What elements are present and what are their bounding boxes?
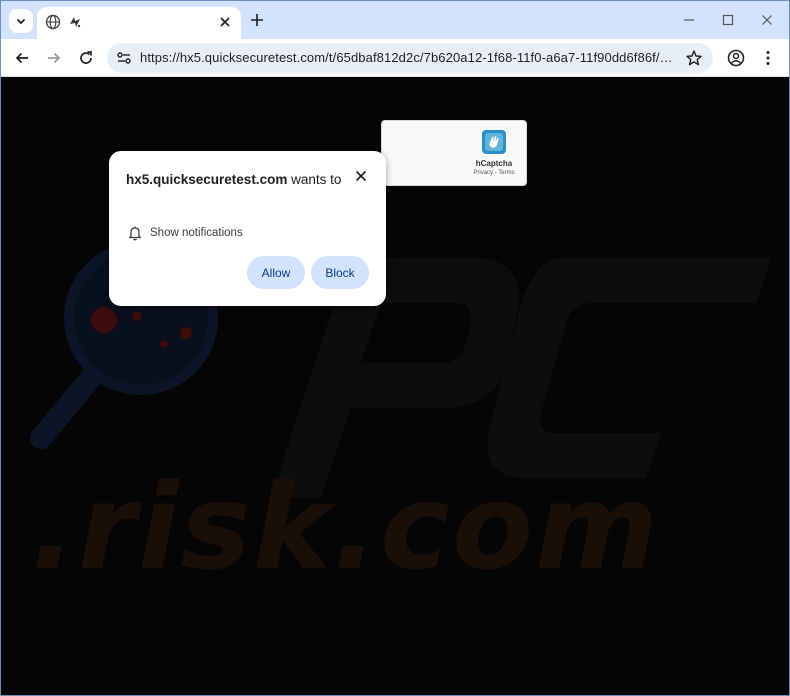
profile-icon[interactable] [727, 49, 745, 67]
minimize-icon[interactable] [681, 12, 697, 28]
popup-site: hx5.quicksecuretest.com [126, 172, 288, 187]
plus-icon[interactable] [249, 12, 265, 28]
tune-icon[interactable] [115, 49, 133, 67]
popup-title: hx5.quicksecuretest.com wants to [126, 169, 346, 190]
toolbar: https://hx5.quicksecuretest.com/t/65dbaf… [1, 39, 789, 77]
url-text[interactable]: https://hx5.quicksecuretest.com/t/65dbaf… [140, 50, 676, 65]
bell-icon [128, 226, 142, 241]
close-icon[interactable] [217, 14, 233, 30]
reload-icon[interactable] [77, 49, 95, 67]
hcaptcha-name: hCaptcha [475, 159, 513, 168]
globe-icon [45, 14, 61, 30]
watermark-text: .risk.com [31, 458, 660, 596]
allow-button[interactable]: Allow [247, 256, 305, 289]
hcaptcha-widget[interactable]: hCaptcha Privacy - Terms [381, 120, 527, 186]
mute-site-icon[interactable] [67, 14, 83, 30]
permission-label: Show notifications [150, 227, 243, 239]
block-button[interactable]: Block [311, 256, 369, 289]
browser-window: https://hx5.quicksecuretest.com/t/65dbaf… [0, 0, 790, 696]
close-icon[interactable] [354, 169, 368, 183]
star-icon[interactable] [685, 49, 703, 67]
notification-permission-popup: hx5.quicksecuretest.com wants to Show no… [109, 151, 386, 306]
window-close-icon[interactable] [759, 12, 775, 28]
maximize-icon[interactable] [720, 12, 736, 28]
kebab-menu-icon[interactable] [759, 49, 777, 67]
address-bar[interactable]: https://hx5.quicksecuretest.com/t/65dbaf… [107, 43, 713, 73]
chevron-down-icon [16, 18, 26, 25]
hcaptcha-logo-icon [482, 130, 506, 154]
active-tab[interactable] [37, 7, 241, 39]
tab-search-button[interactable] [9, 9, 33, 33]
arrow-left-icon[interactable] [13, 49, 31, 67]
hcaptcha-links[interactable]: Privacy - Terms [452, 170, 536, 176]
popup-title-suffix: wants to [287, 172, 342, 187]
page-content: .risk.com hCaptcha Privacy - Terms hx5.q… [1, 78, 789, 695]
tab-strip [1, 1, 789, 39]
arrow-right-icon[interactable] [45, 49, 63, 67]
